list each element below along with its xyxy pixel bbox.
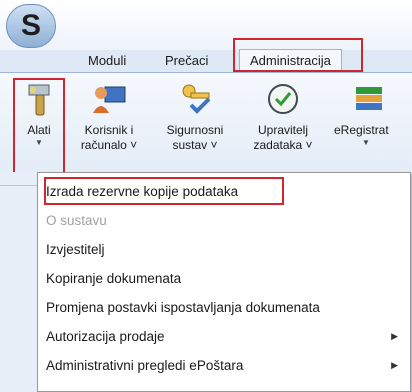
- alati-dropdown-menu: Izrada rezervne kopije podataka O sustav…: [37, 172, 411, 392]
- korisnik-label-2: računalo: [80, 138, 127, 152]
- task-clock-icon: [263, 79, 303, 119]
- left-panel: [0, 172, 37, 392]
- menu-item-admin-reviews[interactable]: Administrativni pregledi ePoštara ▶: [38, 353, 410, 378]
- menu-item-issue-settings[interactable]: Promjena postavki ispostavljanja dokumen…: [38, 295, 410, 320]
- menu-item-copy-documents[interactable]: Kopiranje dokumenata: [38, 266, 410, 291]
- submenu-arrow-icon: ▶: [391, 360, 398, 370]
- admin-reviews-label: Administrativni pregledi ePoštara: [46, 358, 244, 373]
- eregistrat-button[interactable]: eRegistrat ▼: [334, 79, 412, 171]
- app-logo-letter: S: [20, 9, 41, 42]
- tab-highlight-box: [233, 38, 363, 72]
- menu-item-sales-authorization[interactable]: Autorizacija prodaje ▶: [38, 324, 410, 349]
- menu-item-reporter[interactable]: Izvjestitelj: [38, 237, 410, 262]
- sigurnosni-label-2: sustav: [172, 138, 208, 152]
- chevron-down-icon: ▼: [362, 138, 370, 147]
- sigurnosni-label-1: Sigurnosni: [166, 123, 224, 137]
- security-keys-icon: [175, 79, 215, 119]
- tab-precaci[interactable]: Prečaci: [165, 50, 208, 72]
- app-menu-button[interactable]: S: [6, 4, 56, 48]
- books-icon: [348, 79, 388, 119]
- korisnik-label-1: Korisnik i: [84, 123, 134, 137]
- sigurnosni-sustav-button[interactable]: Sigurnosni sustav ˅: [158, 79, 232, 171]
- divider: [0, 185, 37, 186]
- user-computer-icon: [89, 79, 129, 119]
- upravitelj-label-2: zadataka: [253, 138, 303, 152]
- menu-item-about: O sustavu: [46, 213, 107, 228]
- korisnik-racunalo-button[interactable]: Korisnik i računalo ˅: [72, 79, 146, 171]
- tab-moduli[interactable]: Moduli: [88, 50, 126, 72]
- submenu-arrow-icon: ▶: [391, 331, 398, 341]
- sales-authorization-label: Autorizacija prodaje: [46, 329, 165, 344]
- alati-highlight-box: [13, 78, 65, 178]
- menu-item-highlight-box: [44, 177, 284, 205]
- eregistrat-label: eRegistrat: [334, 123, 389, 137]
- upravitelj-label-1: Upravitelj: [257, 123, 308, 137]
- upravitelj-zadataka-button[interactable]: Upravitelj zadataka ˅: [246, 79, 320, 171]
